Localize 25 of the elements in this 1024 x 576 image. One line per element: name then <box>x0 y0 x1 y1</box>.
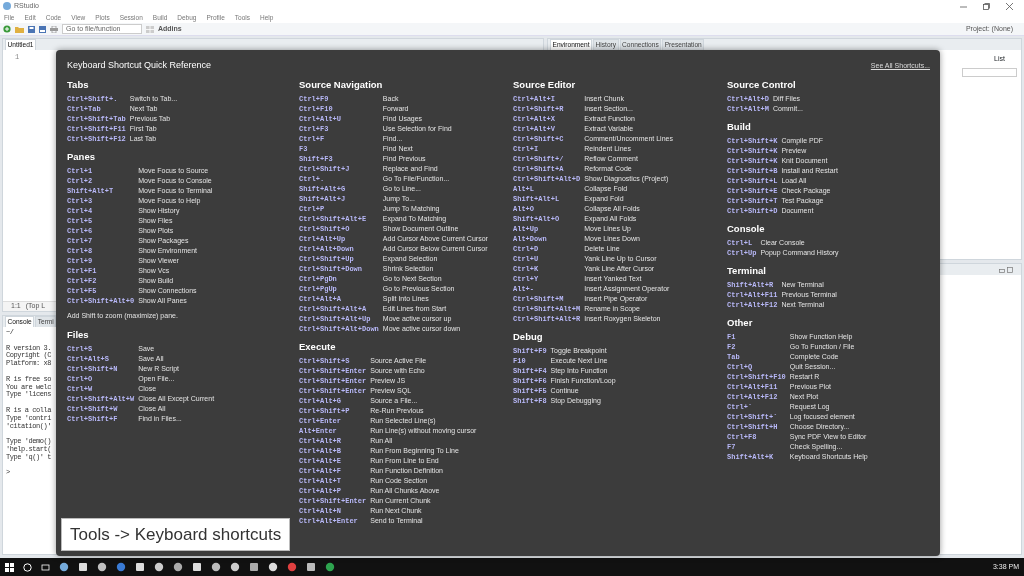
section-heading: Panes <box>67 151 96 162</box>
save-all-icon[interactable] <box>39 25 46 33</box>
section-heading: Other <box>727 317 754 328</box>
section-heading: Tabs <box>67 79 90 90</box>
section-heading: Execute <box>299 341 337 352</box>
save-icon[interactable] <box>28 25 35 33</box>
panel-title: Keyboard Shortcut Quick Reference <box>67 59 212 73</box>
section-heading: Console <box>727 223 766 234</box>
section-heading: Source Editor <box>513 79 577 90</box>
restore-icon[interactable] <box>983 2 990 10</box>
close-icon[interactable] <box>1006 2 1013 10</box>
add-icon[interactable] <box>3 25 11 33</box>
section-heading: Source Control <box>727 79 797 90</box>
start-icon[interactable] <box>5 562 14 572</box>
section-heading: Files <box>67 328 90 340</box>
section-heading: Debug <box>513 331 544 342</box>
search-field[interactable] <box>962 67 1017 77</box>
caption-label: Tools -> Keyboard shortcuts <box>61 517 291 551</box>
section-heading: Build <box>727 121 752 132</box>
app-logo-icon <box>3 2 11 10</box>
section-heading: Source Navigation <box>299 79 384 90</box>
print-icon[interactable] <box>50 25 58 33</box>
task-view-icon[interactable] <box>41 562 50 572</box>
search-icon[interactable] <box>23 562 32 572</box>
section-heading: Terminal <box>727 265 767 276</box>
